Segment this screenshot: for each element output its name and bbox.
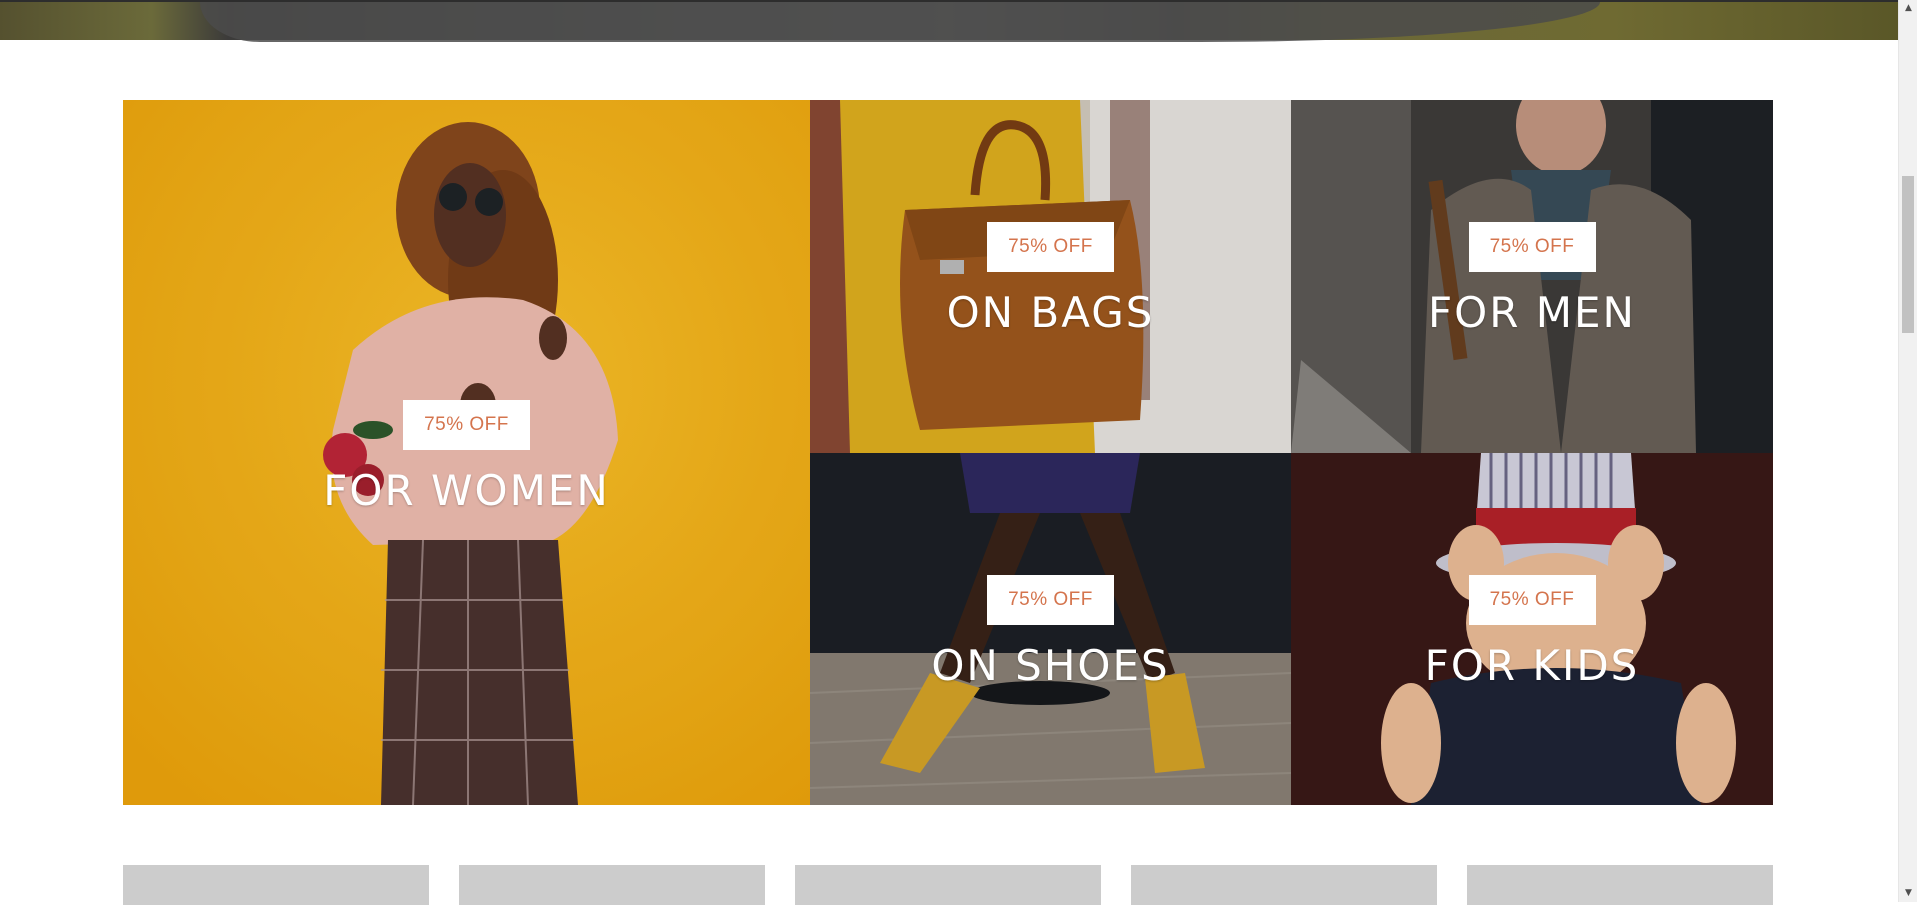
- discount-badge: 75% OFF: [1468, 575, 1596, 625]
- category-title: ON BAGS: [946, 288, 1155, 337]
- scrollbar-thumb[interactable]: [1902, 176, 1914, 333]
- hero-banner-strip: [0, 0, 1898, 42]
- product-card-placeholder[interactable]: [459, 865, 765, 905]
- page-scrollbar[interactable]: ▲ ▼: [1898, 0, 1917, 902]
- category-title: FOR WOMEN: [323, 466, 610, 515]
- category-tile-men[interactable]: 75% OFF FOR MEN: [1291, 100, 1773, 453]
- product-card-placeholder[interactable]: [795, 865, 1101, 905]
- category-tile-shoes[interactable]: 75% OFF ON SHOES: [810, 453, 1291, 805]
- shoes-caption: 75% OFF ON SHOES: [810, 575, 1291, 690]
- category-title: FOR MEN: [1428, 288, 1636, 337]
- category-title: FOR KIDS: [1424, 641, 1640, 690]
- kids-caption: 75% OFF FOR KIDS: [1291, 575, 1773, 690]
- men-caption: 75% OFF FOR MEN: [1291, 222, 1773, 337]
- category-grid: 75% OFF FOR WOMEN 75% OFF ON BAGS 75% OF…: [123, 100, 1773, 805]
- women-caption: 75% OFF FOR WOMEN: [123, 400, 810, 515]
- product-cards-row: [123, 865, 1773, 905]
- discount-badge: 75% OFF: [403, 400, 530, 450]
- product-card-placeholder[interactable]: [1131, 865, 1437, 905]
- discount-badge: 75% OFF: [1468, 222, 1596, 272]
- discount-badge: 75% OFF: [987, 222, 1114, 272]
- up-arrow-icon[interactable]: ▲: [1899, 0, 1917, 17]
- category-title: ON SHOES: [931, 641, 1170, 690]
- product-card-placeholder[interactable]: [1467, 865, 1773, 905]
- discount-badge: 75% OFF: [987, 575, 1114, 625]
- category-tile-bags[interactable]: 75% OFF ON BAGS: [810, 100, 1291, 453]
- category-tile-kids[interactable]: 75% OFF FOR KIDS: [1291, 453, 1773, 805]
- hero-image-fragment: [200, 2, 1600, 42]
- bags-caption: 75% OFF ON BAGS: [810, 222, 1291, 337]
- category-tile-women[interactable]: 75% OFF FOR WOMEN: [123, 100, 810, 805]
- product-card-placeholder[interactable]: [123, 865, 429, 905]
- down-arrow-icon[interactable]: ▼: [1899, 885, 1917, 902]
